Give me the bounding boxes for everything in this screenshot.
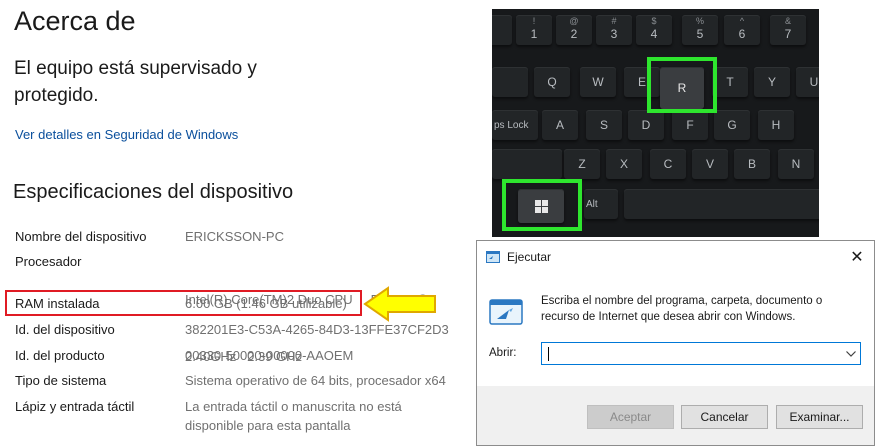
r-key-highlight-box — [647, 57, 717, 113]
spec-label: Lápiz y entrada táctil — [15, 399, 135, 414]
key-space — [624, 189, 819, 219]
key-3: #3 — [596, 15, 632, 45]
key-6: ^ 6 — [724, 15, 760, 45]
run-dialog: Ejecutar ✕ Escriba el nombre del program… — [476, 240, 875, 446]
key-tab — [492, 67, 528, 97]
key-a: A — [542, 110, 578, 140]
key-y: Y — [754, 67, 790, 97]
key — [492, 15, 512, 45]
security-details-link[interactable]: Ver detalles en Seguridad de Windows — [15, 127, 238, 142]
open-label: Abrir: — [489, 347, 517, 359]
key-v: V — [692, 149, 728, 179]
spec-label: Nombre del dispositivo — [15, 229, 147, 244]
spec-label: Procesador — [15, 254, 82, 269]
key-u: U — [796, 67, 819, 97]
key-alt: Alt — [584, 189, 618, 219]
open-combobox[interactable] — [541, 342, 861, 365]
key-t: T — [712, 67, 748, 97]
ram-highlight-box — [5, 290, 362, 316]
key-q: Q — [534, 67, 570, 97]
spec-label: Id. del producto — [15, 348, 105, 363]
key-h: H — [758, 110, 794, 140]
run-program-icon — [489, 299, 523, 325]
close-button[interactable]: ✕ — [842, 243, 872, 271]
arrow-left-icon — [363, 286, 436, 322]
key-w: W — [580, 67, 616, 97]
key-5: % 5 — [682, 15, 718, 45]
spec-label: Tipo de sistema — [15, 373, 107, 388]
key-caps-lock: ps Lock — [492, 110, 538, 140]
key-shift — [492, 149, 562, 179]
page-title: Acerca de — [14, 6, 136, 36]
spec-value: Sistema operativo de 64 bits, procesador… — [185, 373, 446, 388]
close-icon: ✕ — [850, 249, 864, 266]
windows-key-highlight-box — [502, 179, 582, 231]
key-b: B — [734, 149, 770, 179]
cancel-button[interactable]: Cancelar — [681, 405, 768, 429]
ok-button[interactable]: Aceptar — [587, 405, 674, 429]
spec-value: ERICKSSON-PC — [185, 229, 284, 244]
key-1: ! 1 — [516, 15, 552, 45]
browse-button[interactable]: Examinar... — [776, 405, 863, 429]
security-status-line1: El equipo está supervisado y — [14, 58, 257, 79]
security-status: El equipo está supervisado y protegido. — [14, 55, 304, 109]
key-f: F — [672, 110, 708, 140]
key-s: S — [586, 110, 622, 140]
key-c: C — [650, 149, 686, 179]
key-7: & 7 — [770, 15, 806, 45]
specs-heading: Especificaciones del dispositivo — [13, 181, 294, 203]
spec-value: La entrada táctil o manuscrita no está d… — [185, 397, 475, 435]
key-2: @2 — [556, 15, 592, 45]
keyboard-photo: ! 1 @2 #3 $4 % 5 ^ 6 & 7 Q W E R T Y U ps Lo… — [492, 9, 819, 237]
chevron-down-icon[interactable] — [842, 343, 860, 364]
key-n: N — [778, 149, 814, 179]
dialog-description: Escriba el nombre del programa, carpeta,… — [541, 295, 823, 323]
key-d: D — [628, 110, 664, 140]
key-z: Z — [564, 149, 600, 179]
key-x: X — [606, 149, 642, 179]
spec-value-line1: La entrada táctil o manuscrita no está — [185, 399, 402, 414]
run-app-icon — [486, 251, 500, 263]
key-g: G — [714, 110, 750, 140]
spec-value-line2: disponible para esta pantalla — [185, 418, 351, 433]
key-4: $4 — [636, 15, 672, 45]
dialog-title: Ejecutar — [507, 250, 552, 264]
spec-value: 00330-50000-00000-AAOEM — [185, 348, 354, 363]
spec-label: Id. del dispositivo — [15, 322, 115, 337]
text-caret — [548, 347, 549, 361]
about-panel: Acerca de El equipo está supervisado y p… — [0, 0, 480, 446]
security-status-line2: protegido. — [14, 85, 99, 106]
dialog-titlebar[interactable]: Ejecutar ✕ — [477, 241, 874, 273]
